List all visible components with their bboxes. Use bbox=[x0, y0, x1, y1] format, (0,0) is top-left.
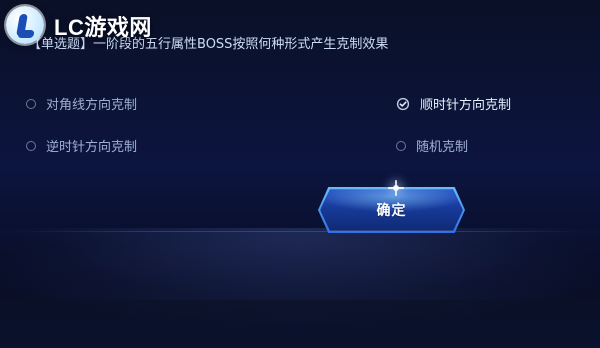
question-text: 【单选题】一阶段的五行属性BOSS按照何种形式产生克制效果 bbox=[28, 37, 389, 52]
radio-icon bbox=[26, 140, 36, 151]
option-counterclockwise[interactable]: 逆时针方向克制 bbox=[26, 136, 137, 155]
radio-icon bbox=[26, 98, 36, 109]
confirm-button-wrap: 确定 bbox=[318, 180, 465, 233]
option-clockwise[interactable]: 顺时针方向克制 bbox=[396, 94, 511, 113]
option-label: 逆时针方向克制 bbox=[46, 140, 138, 155]
option-diagonal[interactable]: 对角线方向克制 bbox=[26, 94, 137, 113]
option-label: 随机克制 bbox=[416, 140, 469, 155]
check-icon bbox=[396, 97, 410, 111]
quiz-dialog: LC游戏网 【单选题】一阶段的五行属性BOSS按照何种形式产生克制效果 对角线方… bbox=[0, 0, 600, 348]
option-label: 顺时针方向克制 bbox=[420, 98, 512, 113]
radio-icon bbox=[396, 140, 406, 151]
option-random[interactable]: 随机克制 bbox=[396, 136, 468, 155]
option-label: 对角线方向克制 bbox=[46, 98, 138, 113]
background-glow bbox=[0, 228, 600, 348]
answer-options: 对角线方向克制 顺时针方向克制 逆时针方向克制 随机克制 bbox=[0, 86, 600, 166]
confirm-button[interactable]: 确定 bbox=[320, 189, 463, 231]
